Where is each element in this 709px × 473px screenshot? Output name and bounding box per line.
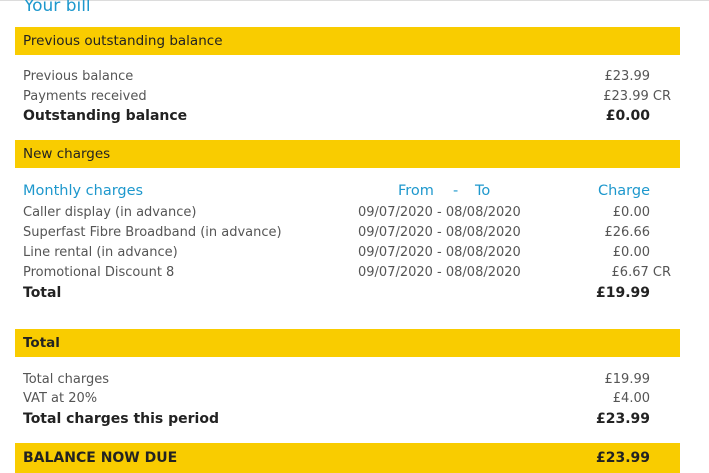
to-column-heading: To [475, 183, 491, 199]
charge-amount: £0.00 [612, 245, 650, 260]
row-label: Outstanding balance [23, 108, 188, 124]
balance-due-amount: £23.99 [595, 450, 650, 466]
new-charges-total-row: Total £19.99 [23, 283, 650, 303]
charge-period: 09/07/2020 - 08/08/2020 [358, 265, 521, 280]
charge-label: Caller display (in advance) [23, 205, 197, 220]
row-label: Total [23, 285, 62, 301]
period-dash: - [453, 183, 459, 199]
vat-row: VAT at 20% £4.00 [23, 389, 650, 409]
totals-header: Total [15, 329, 680, 357]
row-label: VAT at 20% [23, 391, 98, 406]
row-label: Total charges [23, 372, 109, 387]
row-amount: £23.99 [604, 69, 651, 84]
charge-amount: £0.00 [612, 205, 650, 220]
row-amount: £0.00 [605, 108, 650, 124]
charge-row: Caller display (in advance) 09/07/2020 -… [23, 203, 650, 223]
charge-amount: £6.67 CR [611, 265, 671, 280]
previous-balance-row: Previous balance £23.99 [23, 67, 650, 87]
charge-row: Line rental (in advance) 09/07/2020 - 08… [23, 243, 650, 263]
row-label: Previous balance [23, 69, 134, 84]
row-amount: £19.99 [595, 285, 650, 301]
top-divider [0, 0, 709, 1]
charge-row: Promotional Discount 8 09/07/2020 - 08/0… [23, 263, 671, 283]
charges-column-header: Monthly charges From - To Charge [23, 181, 650, 201]
period-total-row: Total charges this period £23.99 [23, 409, 650, 429]
total-charges-row: Total charges £19.99 [23, 370, 650, 390]
charge-label: Superfast Fibre Broadband (in advance) [23, 225, 282, 240]
charge-period: 09/07/2020 - 08/08/2020 [358, 225, 521, 240]
balance-due-band: BALANCE NOW DUE £23.99 [15, 443, 680, 473]
charge-amount: £26.66 [604, 225, 651, 240]
row-amount: £4.00 [612, 391, 650, 406]
previous-balance-header: Previous outstanding balance [15, 27, 680, 55]
monthly-charges-heading: Monthly charges [23, 183, 144, 199]
row-amount: £23.99 CR [603, 89, 671, 104]
new-charges-header: New charges [15, 140, 680, 168]
row-amount: £19.99 [604, 372, 651, 387]
charge-period: 09/07/2020 - 08/08/2020 [358, 245, 521, 260]
charge-period: 09/07/2020 - 08/08/2020 [358, 205, 521, 220]
row-label: Total charges this period [23, 411, 219, 427]
row-amount: £23.99 [595, 411, 650, 427]
outstanding-balance-row: Outstanding balance £0.00 [23, 106, 650, 126]
page-title: Your bill [24, 0, 91, 16]
balance-due-label: BALANCE NOW DUE [23, 450, 178, 466]
charge-label: Line rental (in advance) [23, 245, 178, 260]
charge-column-heading: Charge [597, 183, 650, 199]
charge-row: Superfast Fibre Broadband (in advance) 0… [23, 223, 650, 243]
from-column-heading: From [398, 183, 434, 199]
row-label: Payments received [23, 89, 147, 104]
charge-label: Promotional Discount 8 [23, 265, 175, 280]
payments-received-row: Payments received £23.99 CR [23, 87, 671, 107]
